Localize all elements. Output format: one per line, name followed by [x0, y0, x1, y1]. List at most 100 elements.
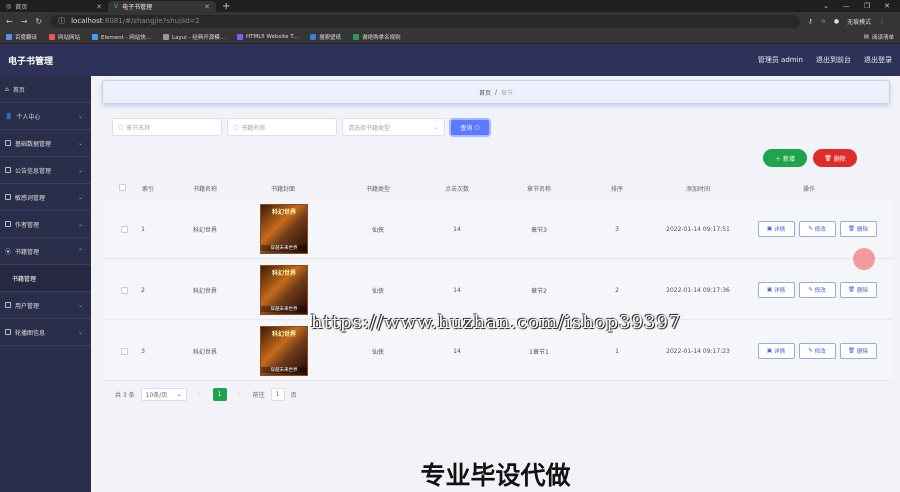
cell-cover: 科幻世界 穿越未来世界 [259, 321, 309, 381]
row-checkbox[interactable] [119, 199, 129, 259]
incognito-icon[interactable]: ● [834, 18, 839, 25]
url-field[interactable]: ⓘ localhost:8081/#/zhangjie?shujiId=2 [50, 14, 801, 28]
sidebar-item-books[interactable]: ⦿ 书籍管理 ⌃ [0, 238, 91, 265]
book-search-input[interactable]: ○ 书籍名称 [227, 118, 337, 136]
cell-clicks: 14 [453, 225, 461, 233]
prev-page-button[interactable]: ‹ [192, 387, 207, 401]
detail-button[interactable]: ▣ 详情 [757, 343, 795, 359]
bookmark-item[interactable]: 网站网站 [49, 33, 80, 41]
cell-chapter: 章节2 [531, 287, 547, 295]
breadcrumb-home[interactable]: 首页 [479, 88, 491, 97]
more-icon[interactable]: ⋮ [879, 18, 885, 25]
tab-label: 首页 [15, 4, 28, 11]
grid-icon [5, 167, 11, 173]
cell-cover: 科幻世界 穿越未来世界 [259, 199, 309, 259]
page-number-current[interactable]: 1 [212, 387, 227, 401]
sidebar-item-notice[interactable]: 公告信息管理 ⌄ [0, 157, 91, 184]
sidebar-item-profile[interactable]: 👤 个人中心 ⌄ [0, 103, 91, 130]
new-tab-button[interactable]: + [216, 1, 236, 12]
bookmark-item[interactable]: 百度翻译 [6, 33, 37, 41]
trash-icon: 🗑 [848, 287, 855, 293]
delete-button[interactable]: 🗑 删除 [839, 221, 877, 237]
book-cover-image[interactable]: 科幻世界 穿越未来世界 [260, 265, 308, 315]
minimize-icon[interactable]: — [843, 2, 850, 10]
edit-icon: ✎ [808, 287, 813, 293]
sidebar-item-home[interactable]: ⌂ 首页 [0, 76, 91, 103]
chevron-down-icon[interactable]: ⌄ [823, 2, 829, 10]
bookmark-item[interactable]: Layui - 经典开源模... [163, 33, 225, 41]
bookmarks-bar: 百度翻译 网站网站 Element - 网站快... Layui - 经典开源模… [0, 30, 900, 44]
row-checkbox[interactable] [119, 321, 129, 381]
cell-clicks: 14 [453, 286, 461, 294]
logout-link[interactable]: 退出登录 [864, 55, 892, 65]
chevron-down-icon: ⌄ [77, 166, 83, 174]
edit-button[interactable]: ✎ 修改 [798, 343, 836, 359]
next-page-button[interactable]: › [232, 387, 247, 401]
column-header: 添加时间 [685, 186, 710, 193]
detail-button[interactable]: ▣ 详情 [757, 221, 795, 237]
delete-button[interactable]: 🗑 删除 [839, 343, 877, 359]
book-cover-image[interactable]: 科幻世界 穿越未来世界 [260, 326, 308, 376]
close-tab-icon[interactable]: ✕ [204, 3, 210, 11]
page-size-select[interactable]: 10条/页 ⌄ [140, 387, 187, 401]
sidebar-item-users[interactable]: 用户管理 ⌄ [0, 292, 91, 319]
sidebar-item-sensitive-words[interactable]: 敏感词管理 ⌄ [0, 184, 91, 211]
back-icon[interactable]: ← [6, 17, 13, 26]
main-area: 首页 / 章节 ○ 章节名称 ○ 书籍名称 请选择书籍类型 ⌄ 查询 ○ ＋ 新增 🗑… [91, 76, 900, 492]
search-button[interactable]: 查询 ○ [449, 118, 491, 137]
chevron-down-icon: ⌄ [77, 301, 83, 309]
breadcrumb-current: 章节 [501, 89, 514, 97]
search-icon: ○ [118, 123, 124, 131]
profile-label[interactable]: 无痕模式 [847, 17, 871, 26]
trash-icon: 🗑 [848, 348, 855, 354]
batch-delete-button[interactable]: 🗑 删除 [813, 149, 857, 167]
bookmark-icon [310, 33, 317, 40]
back-to-frontend-link[interactable]: 退出到前台 [816, 55, 851, 65]
key-icon[interactable]: ⚷ [808, 18, 812, 25]
browser-tab-ebook[interactable]: V 电子书管理 ✕ [108, 1, 216, 12]
cell-operations: ▣ 详情 ✎ 修改 🗑 删除 [747, 321, 887, 381]
bookmark-item[interactable]: Element - 网站快... [92, 33, 151, 41]
cell-index: 2 [141, 286, 145, 294]
sidebar-item-basic-data[interactable]: 基础数据管理 ⌄ [0, 130, 91, 157]
pagination: 共 3 条 10条/页 ⌄ ‹ 1 › 前往 1 页 [115, 386, 297, 402]
address-bar-row: ← → ↻ ⓘ localhost:8081/#/zhangjie?shujiI… [0, 12, 900, 30]
goto-page-input[interactable]: 1 [270, 387, 285, 401]
cell-time: 2022-01-14 09:17:51 [666, 225, 730, 233]
watermark-text: https://www.huzhan.com/ishop39397 [311, 312, 682, 333]
close-tab-icon[interactable]: ✕ [96, 3, 102, 11]
book-type-select[interactable]: 请选择书籍类型 ⌄ [342, 118, 445, 136]
star-icon[interactable]: ☆ [821, 18, 826, 25]
search-icon: ○ [472, 124, 480, 131]
edit-button[interactable]: ✎ 修改 [798, 282, 836, 298]
detail-button[interactable]: ▣ 详情 [757, 282, 795, 298]
sidebar-item-author[interactable]: 作者管理 ⌄ [0, 211, 91, 238]
sidebar-item-carousel[interactable]: 轮播图信息 ⌄ [0, 319, 91, 346]
grid-icon [5, 302, 11, 308]
breadcrumb: 首页 / 章节 [102, 80, 890, 104]
sidebar-subitem-books[interactable]: 书籍管理 [0, 265, 91, 292]
pager-total: 共 3 条 [115, 391, 135, 399]
grid-icon [5, 329, 11, 335]
admin-label: 管理员 admin [757, 56, 803, 64]
delete-button[interactable]: 🗑 删除 [839, 282, 877, 298]
bookmark-item[interactable]: HTML5 Website T... [236, 33, 298, 40]
tab-label: 电子书管理 [122, 4, 153, 11]
browser-tab-home[interactable]: ◎ 首页 ✕ [0, 1, 108, 12]
reading-list[interactable]: ▤ 阅读清单 [864, 33, 894, 41]
select-all-checkbox[interactable] [119, 184, 126, 191]
restore-icon[interactable]: ❐ [864, 2, 870, 10]
bookmark-item[interactable]: 搜索壁纸 [310, 33, 341, 41]
edit-button[interactable]: ✎ 修改 [798, 221, 836, 237]
user-icon: 👤 [5, 112, 13, 120]
bookmark-item[interactable]: 谢绝购拿名规则 [353, 33, 401, 41]
add-button[interactable]: ＋ 新增 [763, 149, 807, 167]
book-cover-image[interactable]: 科幻世界 穿越未来世界 [260, 204, 308, 254]
chevron-down-icon: ⌄ [77, 328, 83, 336]
row-checkbox[interactable] [119, 260, 129, 320]
cell-sort: 2 [615, 286, 619, 294]
reload-icon[interactable]: ↻ [35, 17, 42, 26]
close-window-icon[interactable]: ✕ [884, 2, 890, 10]
forward-icon[interactable]: → [21, 17, 28, 26]
chapter-search-input[interactable]: ○ 章节名称 [112, 118, 222, 136]
